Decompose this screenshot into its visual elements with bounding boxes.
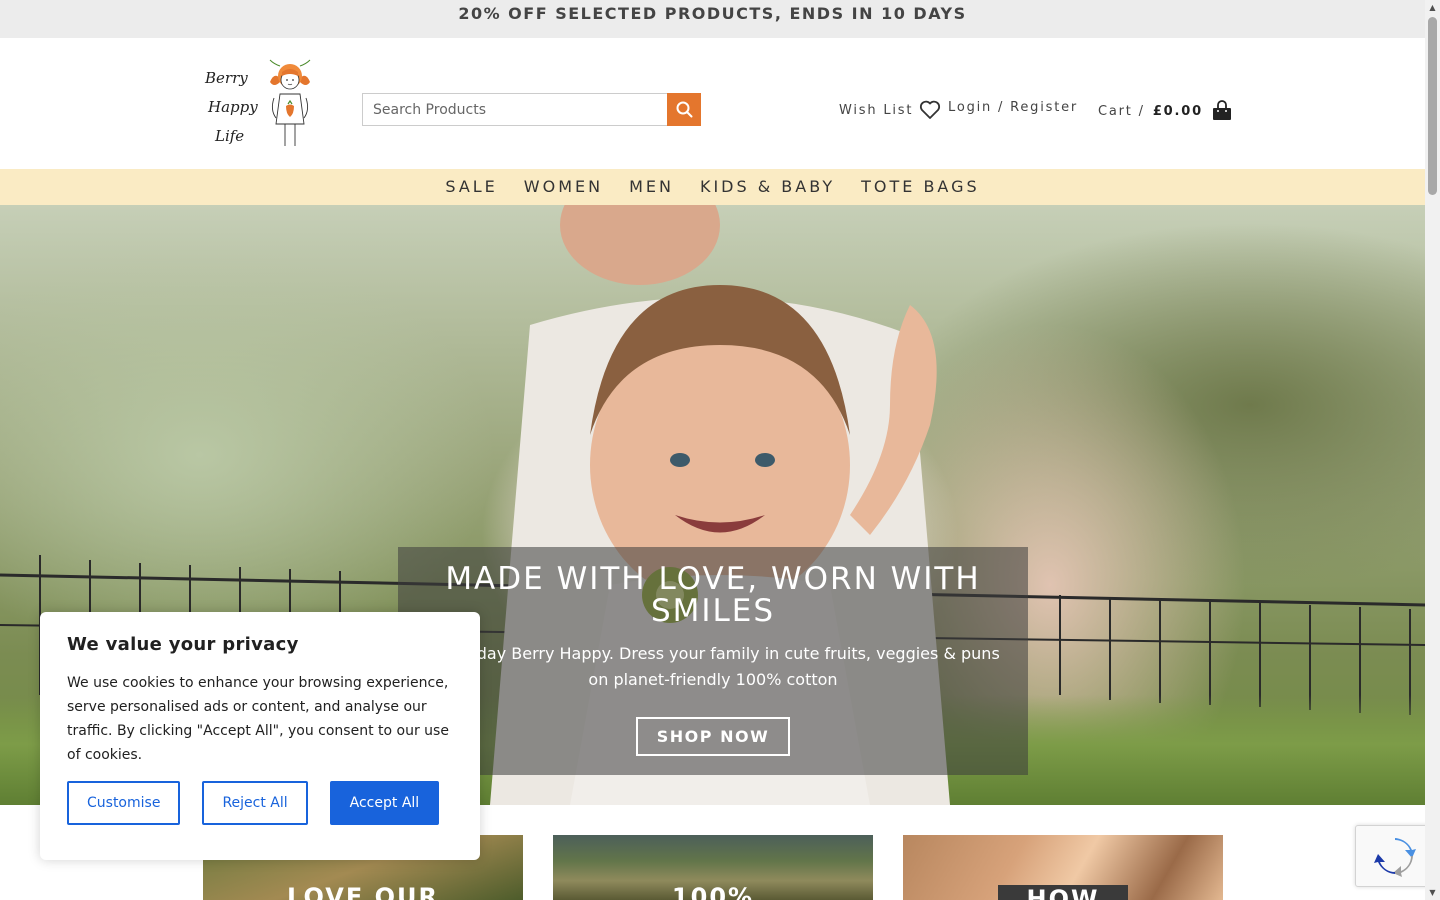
site-header: Berry Happy Life Search Products Wish Li… [0,38,1425,169]
search-input[interactable] [362,93,667,126]
hero-text-box: MADE WITH LOVE, WORN WITH SMILES Every d… [398,547,1028,775]
recaptcha-badge[interactable] [1355,825,1425,887]
login-register-link[interactable]: Login / Register [948,100,1078,115]
cookie-buttons: Customise Reject All Accept All [67,781,440,825]
cookie-text: We use cookies to enhance your browsing … [67,675,449,763]
cart-link[interactable]: Cart / £0.00 [1098,100,1233,122]
logo-text: Berry Happy Life [205,64,258,151]
category-tile-100[interactable]: 100% [553,835,873,900]
customise-button[interactable]: Customise [67,781,181,825]
logo-girl-icon [269,59,311,146]
cart-total: £0.00 [1152,103,1203,119]
nav-item-kids-baby[interactable]: KIDS & BABY [687,169,848,205]
nav-item-women[interactable]: WOMEN [511,169,616,205]
nav-item-sale[interactable]: SALE [432,169,510,205]
logo-line-2: Happy [208,98,258,116]
cookie-title: We value your privacy [67,634,299,655]
site-logo[interactable]: Berry Happy Life [205,56,315,151]
main-nav: SALE WOMEN MEN KIDS & BABY TOTE BAGS [0,169,1425,205]
search-button[interactable] [667,93,701,126]
cart-label: Cart / [1098,103,1145,119]
login-register-label: Login / Register [948,100,1079,115]
accept-all-button[interactable]: Accept All [329,781,440,825]
recaptcha-icon [1374,838,1416,877]
search-icon [676,101,692,118]
logo-line-1: Berry [205,69,248,87]
heart-icon [920,100,941,119]
reject-all-button[interactable]: Reject All [202,781,308,825]
scroll-down-arrow-icon[interactable]: ▼ [1425,885,1440,900]
promo-text: 20% OFF SELECTED PRODUCTS, ENDS IN 10 DA… [458,4,967,23]
page-scrollbar[interactable]: ▲ ▼ [1425,0,1440,900]
hero-title: MADE WITH LOVE, WORN WITH SMILES [445,561,981,629]
page: 20% OFF SELECTED PRODUCTS, ENDS IN 10 DA… [0,0,1425,900]
tile-label: LOVE OUR [287,883,439,900]
wishlist-link[interactable]: Wish List [839,100,941,120]
hero-subtitle: Every day Berry Happy. Dress your family… [426,644,1000,689]
tile-label: 100% [671,883,755,900]
promo-bar: 20% OFF SELECTED PRODUCTS, ENDS IN 10 DA… [0,0,1425,38]
nav-item-tote-bags[interactable]: TOTE BAGS [848,169,993,205]
tile-label: HOW WE [998,885,1128,900]
scroll-up-arrow-icon[interactable]: ▲ [1425,0,1440,15]
nav-item-men[interactable]: MEN [616,169,687,205]
cookie-consent-banner: We value your privacy We use cookies to … [40,612,480,860]
wishlist-label: Wish List [839,102,914,118]
search-bar [362,93,701,126]
scrollbar-thumb[interactable] [1428,17,1437,195]
category-tile-how-we[interactable]: HOW WE [903,835,1223,900]
logo-line-3: Life [215,127,245,145]
shop-now-button[interactable]: SHOP NOW [635,717,791,756]
shopping-bag-icon [1212,100,1231,120]
